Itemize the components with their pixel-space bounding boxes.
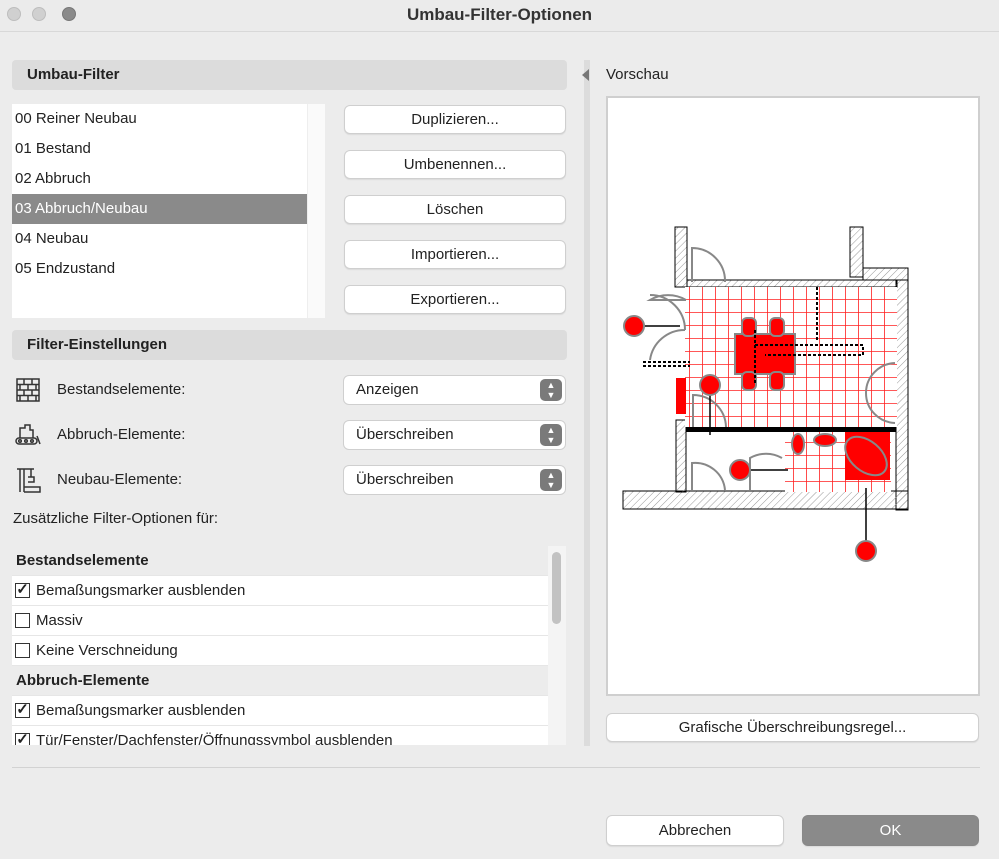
option-row[interactable]: Massiv [12,606,548,636]
chevron-updown-icon: ▲ ▼ [540,469,562,491]
preview-panel [606,96,980,696]
cancel-button[interactable]: Abbrechen [606,815,784,846]
checkbox-unchecked[interactable] [15,643,30,658]
floor-plan-preview [622,226,909,562]
collapse-triangle-icon[interactable] [582,69,589,81]
export-button[interactable]: Exportieren... [344,285,566,314]
new-elements-label: Neubau-Elemente: [57,471,183,488]
checkbox-unchecked[interactable] [15,613,30,628]
chevron-updown-icon: ▲ ▼ [540,424,562,446]
checkbox-checked[interactable]: ✓ [15,582,30,598]
options-list: Bestandselemente ✓ Bemaßungsmarker ausble… [12,546,548,745]
divider [12,767,980,768]
filter-list-item[interactable]: 02 Abbruch [12,164,325,194]
duplicate-button[interactable]: Duplizieren... [344,105,566,134]
demolition-elements-label: Abbruch-Elemente: [57,426,186,443]
option-row[interactable]: ✓ Bemaßungsmarker ausblenden [12,576,548,606]
additional-options-label: Zusätzliche Filter-Optionen für: [13,510,219,527]
import-button[interactable]: Importieren... [344,240,566,269]
graphic-override-rule-button[interactable]: Grafische Überschreibungsregel... [606,713,979,742]
filter-list-scrollbar[interactable] [307,104,325,318]
group-header: Abbruch-Elemente [12,666,548,696]
option-label: Tür/Fenster/Dachfenster/Öffnungssymbol a… [36,731,393,746]
group-header: Bestandselemente [12,546,548,576]
umbau-filter-header: Umbau-Filter [12,60,567,90]
option-label: Bemaßungsmarker ausblenden [36,701,246,719]
filter-list[interactable]: 00 Reiner Neubau 01 Bestand 02 Abbruch 0… [12,104,325,318]
option-label: Bemaßungsmarker ausblenden [36,581,246,599]
existing-elements-label: Bestandselemente: [57,381,186,398]
new-elements-value: Überschreiben [356,471,454,488]
chevron-updown-icon: ▲ ▼ [540,379,562,401]
scrollbar-thumb[interactable] [552,552,561,624]
checkbox-checked[interactable]: ✓ [15,732,30,745]
bulldozer-icon [15,424,41,445]
checkbox-checked[interactable]: ✓ [15,702,30,718]
option-row[interactable]: Keine Verschneidung [12,636,548,666]
ok-button[interactable]: OK [802,815,979,846]
brick-wall-icon [16,378,40,402]
delete-button[interactable]: Löschen [344,195,566,224]
filter-list-item[interactable]: 01 Bestand [12,134,325,164]
option-row[interactable]: ✓ Bemaßungsmarker ausblenden [12,696,548,726]
filter-list-item-selected[interactable]: 03 Abbruch/Neubau [12,194,325,224]
demolition-elements-select[interactable]: Überschreiben ▲ ▼ [343,420,566,450]
splitter[interactable] [584,60,590,746]
option-row[interactable]: ✓ Tür/Fenster/Dachfenster/Öffnungssymbol … [12,726,548,745]
preview-label: Vorschau [606,66,669,83]
existing-elements-select[interactable]: Anzeigen ▲ ▼ [343,375,566,405]
option-label: Keine Verschneidung [36,641,178,659]
title-bar: Umbau-Filter-Optionen [0,0,999,32]
existing-elements-value: Anzeigen [356,381,419,398]
filter-list-item[interactable]: 00 Reiner Neubau [12,104,325,134]
options-scrollbar[interactable] [548,546,566,745]
demolition-elements-value: Überschreiben [356,426,454,443]
filter-list-item[interactable]: 04 Neubau [12,224,325,254]
option-label: Massiv [36,611,83,629]
new-elements-select[interactable]: Überschreiben ▲ ▼ [343,465,566,495]
window-title: Umbau-Filter-Optionen [406,5,593,24]
filter-list-item[interactable]: 05 Endzustand [12,254,325,284]
rename-button[interactable]: Umbenennen... [344,150,566,179]
crane-icon [17,468,41,493]
filter-settings-header: Filter-Einstellungen [12,330,567,360]
